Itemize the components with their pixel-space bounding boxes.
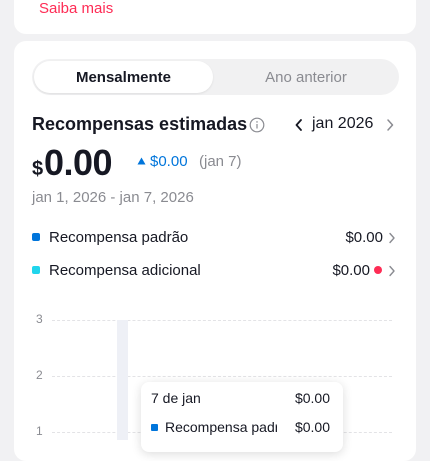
y-tick-label: 3 bbox=[36, 312, 43, 326]
date-range: jan 1, 2026 - jan 7, 2026 bbox=[32, 189, 194, 206]
tooltip-total: $0.00 bbox=[294, 390, 330, 406]
learn-more-link[interactable]: Saiba mais bbox=[39, 0, 113, 17]
arrow-up-icon bbox=[137, 157, 146, 165]
additional-reward-legend-dot bbox=[32, 266, 40, 274]
chevron-right-icon[interactable] bbox=[388, 265, 396, 277]
y-tick-label: 1 bbox=[36, 424, 43, 438]
tooltip-series-label: Recompensa padrão bbox=[165, 419, 277, 435]
chevron-right-icon[interactable] bbox=[384, 117, 396, 133]
standard-reward-label: Recompensa padrão bbox=[49, 229, 189, 246]
grid-line bbox=[52, 320, 392, 321]
month-selector-label[interactable]: jan 2026 bbox=[312, 115, 373, 133]
amount-value: 0.00 bbox=[44, 142, 113, 183]
delta-value: $0.00 bbox=[150, 153, 188, 170]
additional-reward-value: $0.00 bbox=[332, 262, 370, 279]
info-icon[interactable] bbox=[249, 117, 265, 133]
additional-reward-label: Recompensa adicional bbox=[49, 262, 201, 279]
standard-reward-value: $0.00 bbox=[345, 229, 383, 246]
notification-dot bbox=[374, 266, 382, 274]
delta-date: (jan 7) bbox=[199, 153, 242, 170]
chevron-right-icon[interactable] bbox=[388, 232, 396, 244]
tooltip-date: 7 de jan bbox=[151, 390, 201, 406]
tooltip-series-value: $0.00 bbox=[294, 419, 330, 435]
chevron-left-icon[interactable] bbox=[293, 117, 305, 133]
tab-monthly[interactable]: Mensalmente bbox=[34, 61, 213, 93]
selected-bar-highlight[interactable] bbox=[117, 320, 128, 440]
currency-symbol: $ bbox=[32, 158, 44, 180]
y-tick-label: 2 bbox=[36, 368, 43, 382]
grid-line bbox=[52, 376, 392, 377]
section-title: Recompensas estimadas bbox=[32, 114, 248, 134]
standard-reward-legend-dot bbox=[32, 233, 40, 241]
tab-previous-year[interactable]: Ano anterior bbox=[215, 61, 397, 93]
